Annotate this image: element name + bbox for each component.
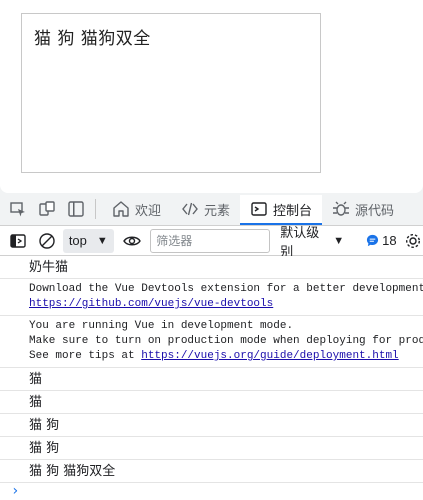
dock-panel-icon[interactable] <box>65 198 87 220</box>
message-count-badge[interactable]: 18 <box>366 233 397 248</box>
context-selector[interactable]: top ▼ <box>62 228 114 253</box>
console-message: Download the Vue Devtools extension for … <box>0 279 423 316</box>
caret-down-icon: ▼ <box>96 234 108 247</box>
deployment-guide-link[interactable]: https://vuejs.org/guide/deployment.html <box>141 350 398 362</box>
clear-console-icon[interactable] <box>36 230 56 252</box>
home-icon <box>113 201 129 217</box>
console-message: 猫 <box>0 391 423 414</box>
demo-container: 猫 狗 猫狗双全 <box>21 13 321 173</box>
live-expression-eye-icon[interactable] <box>122 230 142 252</box>
context-label: top <box>68 233 87 248</box>
tab-label: 欢迎 <box>135 202 162 218</box>
message-icon <box>367 234 379 247</box>
sidebar-toggle-icon[interactable] <box>8 230 28 252</box>
console-message: You are running Vue in development mode.… <box>0 316 423 368</box>
log-levels-dropdown[interactable]: 默认级别 ▼ <box>280 222 344 260</box>
demo-text: 猫 狗 猫狗双全 <box>34 29 151 49</box>
tab-separator <box>95 199 96 219</box>
console-output: 奶牛猫 Download the Vue Devtools extension … <box>0 256 423 500</box>
code-icon <box>182 202 198 216</box>
settings-gear-icon[interactable] <box>403 230 423 252</box>
levels-label: 默认级别 <box>280 224 320 259</box>
console-prompt[interactable]: › <box>11 483 19 499</box>
tab-sources[interactable]: 源代码 <box>322 193 404 225</box>
console-message: 猫 狗 <box>0 414 423 437</box>
message-line: Download the Vue Devtools extension for … <box>29 283 423 295</box>
message-count: 18 <box>382 233 397 248</box>
device-emulation-icon[interactable] <box>36 198 58 220</box>
page-viewport: 猫 狗 猫狗双全 <box>0 0 423 193</box>
message-line: See more tips at <box>29 350 142 362</box>
tab-welcome[interactable]: 欢迎 <box>102 193 171 225</box>
tab-elements[interactable]: 元素 <box>171 193 240 225</box>
console-message: 猫 狗 猫狗双全 <box>0 460 423 483</box>
console-icon <box>251 202 267 216</box>
tab-console[interactable]: 控制台 <box>240 195 323 225</box>
console-message: 奶牛猫 <box>0 256 423 279</box>
tab-label: 控制台 <box>273 202 313 218</box>
filter-input[interactable] <box>150 228 271 253</box>
console-message: 猫 狗 <box>0 437 423 460</box>
console-toolbar: top ▼ 默认级别 ▼ 18 <box>0 225 423 259</box>
devtools-link[interactable]: https://github.com/vuejs/vue-devtools <box>29 298 273 310</box>
message-line: You are running Vue in development mode. <box>29 320 294 332</box>
tab-label: 元素 <box>204 202 231 218</box>
caret-down-icon: ▼ <box>333 234 345 247</box>
bug-icon <box>333 201 350 216</box>
console-message: 猫 <box>0 368 423 391</box>
inspect-element-icon[interactable] <box>7 198 29 220</box>
devtools-tabbar: 欢迎 元素 控制台 源代码 <box>0 193 423 225</box>
message-line: Make sure to turn on production mode whe… <box>29 335 423 347</box>
tab-label: 源代码 <box>355 202 395 218</box>
